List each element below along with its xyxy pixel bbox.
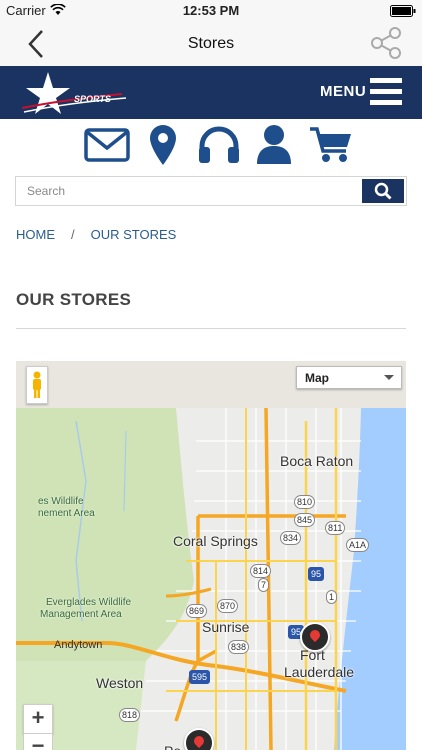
map-tiles[interactable]: [16, 361, 406, 750]
map-label-wildlife-1a: es Wildlife: [38, 496, 84, 507]
map-type-value: Map: [305, 371, 329, 385]
map-label-wildlife-2a: Everglades Wildlife: [46, 597, 132, 608]
mail-icon[interactable]: [84, 128, 130, 162]
chevron-down-icon: [384, 375, 394, 380]
status-time: 12:53 PM: [182, 3, 240, 18]
site-header: SPORTS MENU: [0, 66, 422, 119]
breadcrumb: HOME / OUR STORES: [16, 227, 176, 242]
route-shield-869: 869: [186, 604, 208, 618]
search-icon: [374, 182, 392, 200]
route-shield-811: 811: [325, 521, 346, 535]
route-shield-845: 845: [294, 513, 316, 527]
share-icon[interactable]: [370, 26, 402, 60]
nav-title: Stores: [187, 35, 235, 52]
route-shield-838: 838: [228, 640, 250, 654]
status-bar: Carrier 12:53 PM: [0, 0, 422, 22]
zoom-out-button[interactable]: −: [23, 733, 53, 750]
quick-icons-row: [0, 122, 422, 170]
route-shield-870: 870: [217, 599, 239, 613]
battery-icon: [390, 5, 416, 17]
user-icon[interactable]: [256, 124, 292, 164]
location-pin-icon[interactable]: [149, 124, 177, 166]
store-marker[interactable]: [300, 622, 330, 652]
route-shield-818: 818: [119, 708, 141, 722]
map-label-weston: Weston: [96, 675, 144, 691]
pegman-figure-icon: [33, 371, 41, 398]
route-shield-595: 595: [189, 670, 211, 684]
route-shield-810: 810: [294, 495, 316, 509]
map-label-coral-springs: Coral Springs: [173, 533, 258, 549]
map-label-andytown: Andytown: [54, 639, 103, 651]
nav-bar: Stores: [0, 22, 422, 67]
store-marker[interactable]: [184, 728, 214, 750]
route-shield-1: 1: [326, 590, 338, 604]
route-shield-834: 834: [280, 531, 302, 545]
page-title: OUR STORES: [16, 290, 132, 309]
cart-icon[interactable]: [309, 126, 353, 164]
map-label-lauderdale: Lauderdale: [284, 664, 355, 680]
search-bar: [15, 176, 407, 206]
headphones-icon[interactable]: [197, 125, 241, 165]
map-type-select[interactable]: Map: [296, 366, 402, 389]
route-shield-a1a: A1A: [346, 538, 370, 552]
map-label-partial: Pe: [164, 743, 181, 750]
heading-divider: [16, 328, 406, 329]
menu-label[interactable]: MENU: [320, 83, 366, 100]
map-label-wildlife-2b: Management Area: [40, 609, 122, 620]
map-label-wildlife-1b: nement Area: [38, 508, 95, 519]
map-label-sunrise: Sunrise: [202, 619, 250, 635]
street-view-pegman-icon[interactable]: [26, 366, 48, 404]
breadcrumb-separator: /: [71, 227, 75, 242]
search-button[interactable]: [362, 179, 404, 203]
zoom-in-button[interactable]: +: [23, 704, 53, 734]
route-shield-7: 7: [258, 578, 270, 592]
site-logo[interactable]: SPORTS: [22, 70, 128, 116]
search-input[interactable]: [16, 177, 367, 205]
map-label-boca-raton: Boca Raton: [280, 453, 354, 469]
hamburger-menu-icon[interactable]: [370, 78, 402, 106]
store-map[interactable]: Boca Raton Coral Springs Sunrise Fort La…: [16, 361, 406, 750]
route-shield-814: 814: [250, 564, 272, 578]
logo-text: SPORTS: [74, 94, 111, 104]
route-shield-95-north: 95: [308, 567, 325, 581]
breadcrumb-home-link[interactable]: HOME: [16, 227, 55, 242]
breadcrumb-current[interactable]: OUR STORES: [91, 227, 177, 242]
